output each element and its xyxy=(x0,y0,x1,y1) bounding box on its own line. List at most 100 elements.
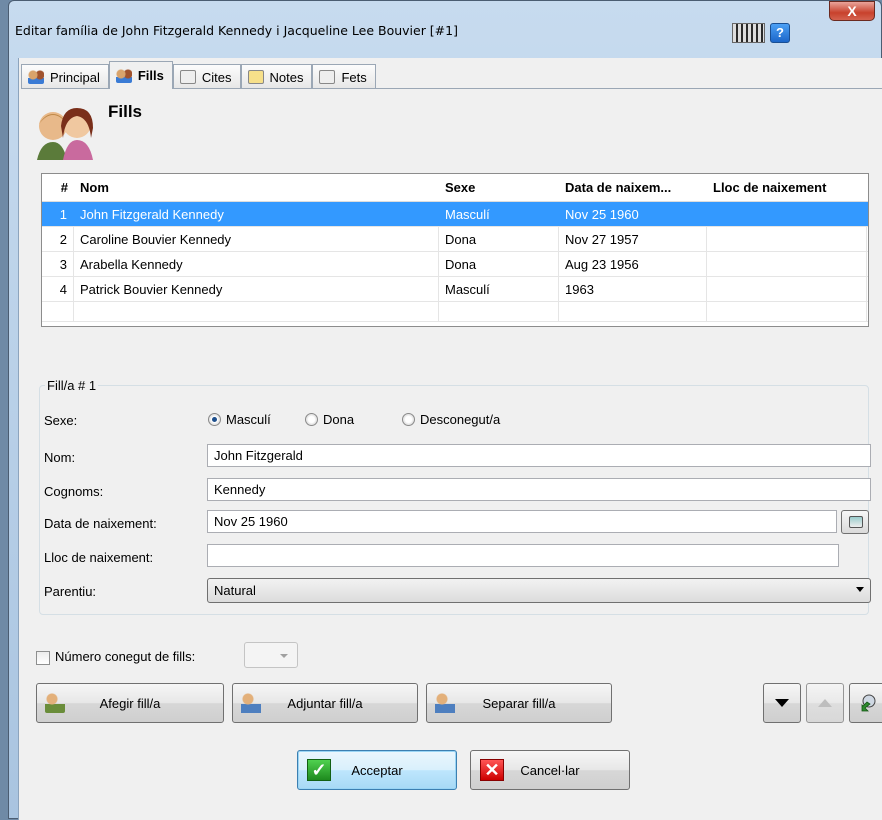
row-sex: Masculí xyxy=(439,277,559,301)
tab-label: Fills xyxy=(137,68,164,83)
window-title: Editar família de John Fitzgerald Kenned… xyxy=(15,23,458,38)
empty-cell xyxy=(42,302,74,321)
help-button[interactable]: ? xyxy=(770,23,790,43)
name-label: Nom: xyxy=(44,450,76,465)
children-icon xyxy=(37,108,93,160)
empty-cell xyxy=(707,302,867,321)
title-bar: Editar família de John Fitzgerald Kenned… xyxy=(9,1,881,57)
button-label: Acceptar xyxy=(351,762,403,778)
name-field[interactable]: John Fitzgerald xyxy=(207,444,871,467)
column-header[interactable]: Nom xyxy=(74,174,439,201)
table-row[interactable]: 2 Caroline Bouvier Kennedy Dona Nov 27 1… xyxy=(42,227,868,252)
calendar-button[interactable] xyxy=(841,510,869,534)
column-header[interactable]: Lloc de naixement xyxy=(707,174,867,201)
close-icon: ✕ xyxy=(480,759,504,781)
group-label: Fill/a # 1 xyxy=(45,378,99,393)
table-row[interactable]: 3 Arabella Kennedy Dona Aug 23 1956 xyxy=(42,252,868,277)
tab-fills[interactable]: Fills xyxy=(108,61,173,89)
table-row[interactable]: 4 Patrick Bouvier Kennedy Masculí 1963 xyxy=(42,277,868,302)
sex-radio-male[interactable]: Masculí xyxy=(208,412,271,427)
birthdate-field[interactable]: Nov 25 1960 xyxy=(207,510,837,533)
known-children-stepper[interactable] xyxy=(244,642,298,668)
radio-icon xyxy=(402,413,415,426)
row-number: 2 xyxy=(42,227,74,251)
row-number: 1 xyxy=(42,202,74,226)
known-children-checkbox[interactable] xyxy=(36,651,50,665)
close-button[interactable]: X xyxy=(829,1,875,21)
sex-label: Sexe: xyxy=(44,413,78,428)
empty-cell xyxy=(74,302,439,321)
chevron-down-icon xyxy=(856,587,864,592)
known-children-label: Número conegut de fills: xyxy=(55,649,196,664)
dialog-content: Principal Fills Cites Notes Fets Fills #… xyxy=(18,58,882,820)
table-row[interactable]: 1 John Fitzgerald Kennedy Masculí Nov 25… xyxy=(42,202,868,227)
tab-notes[interactable]: Notes xyxy=(240,64,313,89)
button-label: Afegir fill/a xyxy=(99,695,161,711)
birthdate-label: Data de naixement: xyxy=(44,516,157,531)
row-name: John Fitzgerald Kennedy xyxy=(74,202,439,226)
button-label: Cancel·lar xyxy=(520,762,580,778)
sex-radio-unknown[interactable]: Desconegut/a xyxy=(402,412,500,427)
row-number: 3 xyxy=(42,252,74,276)
row-birthplace xyxy=(707,227,867,251)
attach-person-icon xyxy=(241,693,261,713)
radio-label: Desconegut/a xyxy=(420,412,501,427)
cancel-button[interactable]: ✕ Cancel·lar xyxy=(470,750,630,790)
empty-cell xyxy=(559,302,707,321)
tab-label: Principal xyxy=(50,69,100,85)
people-icon xyxy=(28,70,44,84)
move-up-button[interactable] xyxy=(806,683,844,723)
tab-cites[interactable]: Cites xyxy=(172,64,241,89)
radio-icon xyxy=(305,413,318,426)
column-header[interactable]: Sexe xyxy=(439,174,559,201)
tab-fets[interactable]: Fets xyxy=(312,64,376,89)
children-table[interactable]: # Nom Sexe Data de naixem... Lloc de nai… xyxy=(41,173,869,327)
arrow-up-icon xyxy=(818,699,832,707)
row-name: Patrick Bouvier Kennedy xyxy=(74,277,439,301)
people-icon xyxy=(115,68,132,83)
tab-label: Fets xyxy=(341,69,367,85)
row-number: 4 xyxy=(42,277,74,301)
relationship-select[interactable]: Natural xyxy=(207,578,871,603)
tab-strip: Principal Fills Cites Notes Fets xyxy=(21,61,376,89)
row-birthplace xyxy=(707,252,867,276)
empty-cell xyxy=(439,302,559,321)
go-to-icon xyxy=(861,694,876,712)
add-child-button[interactable]: Afegir fill/a xyxy=(36,683,224,723)
column-header[interactable]: # xyxy=(42,174,74,201)
go-to-person-button[interactable] xyxy=(849,683,882,723)
surnames-field[interactable]: Kennedy xyxy=(207,478,871,501)
table-row-empty xyxy=(42,302,868,322)
radio-icon xyxy=(208,413,221,426)
checkmark-icon: ✓ xyxy=(307,759,331,781)
add-person-icon xyxy=(45,693,65,713)
surnames-label: Cognoms: xyxy=(44,484,104,499)
separate-child-button[interactable]: Separar fill/a xyxy=(426,683,612,723)
sex-radio-female[interactable]: Dona xyxy=(305,412,354,427)
keyboard-icon[interactable] xyxy=(732,23,765,43)
chevron-down-icon xyxy=(280,654,288,658)
row-birthdate: Nov 25 1960 xyxy=(559,202,707,226)
accept-button[interactable]: ✓ Acceptar xyxy=(297,750,457,790)
radio-label: Masculí xyxy=(226,412,271,427)
birthplace-label: Lloc de naixement: xyxy=(44,550,154,565)
event-icon xyxy=(319,70,336,84)
separate-person-icon xyxy=(435,693,455,713)
section-title: Fills xyxy=(108,102,143,121)
calendar-icon xyxy=(849,516,863,528)
row-name: Caroline Bouvier Kennedy xyxy=(74,227,439,251)
row-sex: Masculí xyxy=(439,202,559,226)
edit-family-dialog: Editar família de John Fitzgerald Kenned… xyxy=(8,0,882,820)
row-birthdate: Aug 23 1956 xyxy=(559,252,707,276)
button-label: Separar fill/a xyxy=(482,695,556,711)
row-birthplace xyxy=(707,277,867,301)
birthplace-field[interactable] xyxy=(207,544,839,567)
table-header: # Nom Sexe Data de naixem... Lloc de nai… xyxy=(42,174,868,202)
column-header[interactable]: Data de naixem... xyxy=(559,174,707,201)
radio-label: Dona xyxy=(323,412,355,427)
move-down-button[interactable] xyxy=(763,683,801,723)
relationship-value: Natural xyxy=(214,583,256,598)
tab-label: Cites xyxy=(201,69,232,85)
attach-child-button[interactable]: Adjuntar fill/a xyxy=(232,683,418,723)
tab-principal[interactable]: Principal xyxy=(21,64,109,89)
